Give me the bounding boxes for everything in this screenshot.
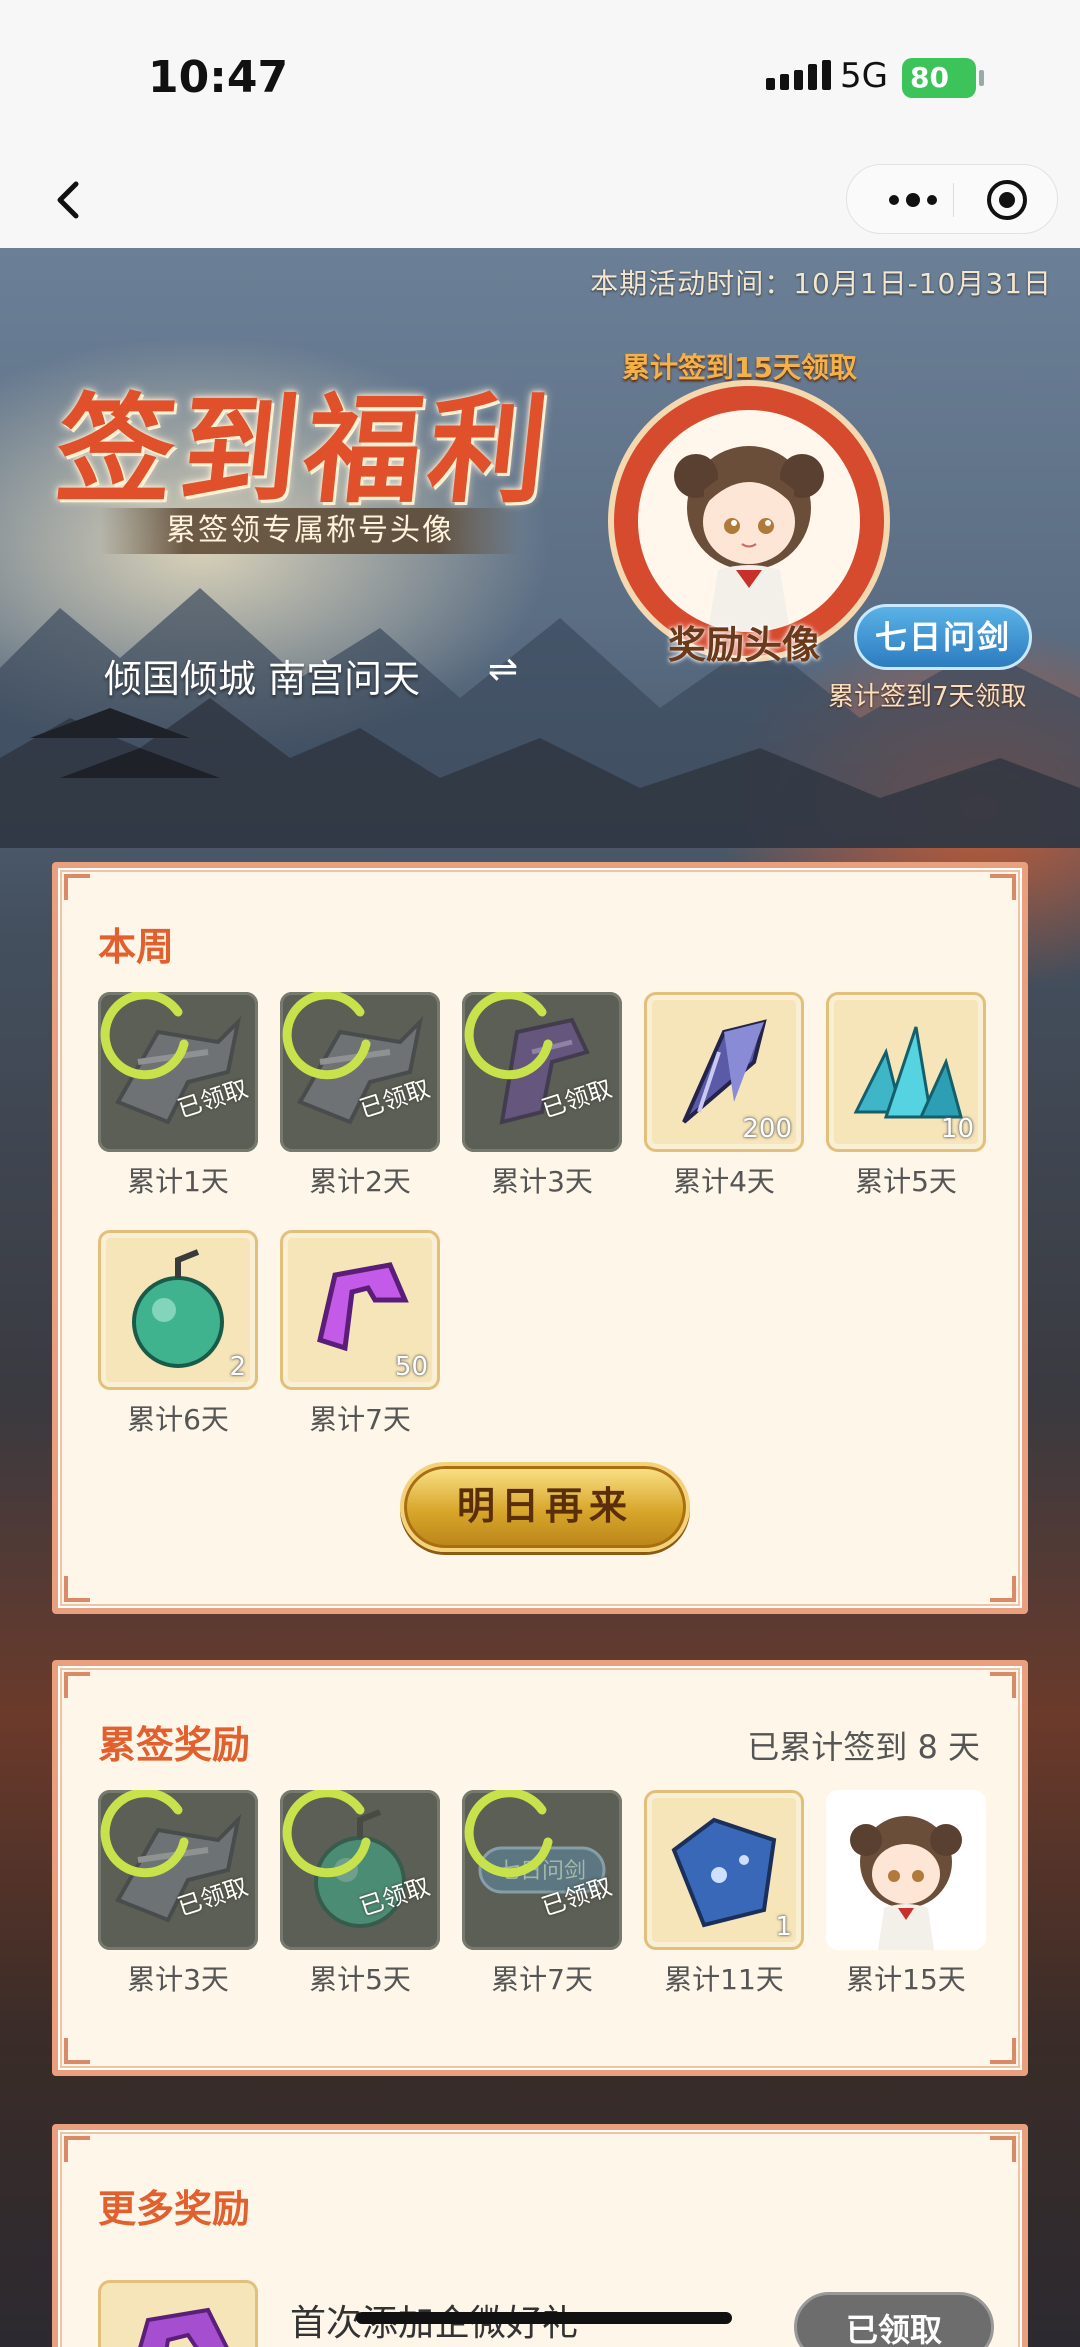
item-quantity: 2 [229, 1352, 246, 1382]
cumulative-count: 已累计签到 8 天 [747, 1728, 980, 1766]
claimed-stamp-icon [282, 1790, 371, 1878]
claimed-stamp-icon [282, 992, 371, 1080]
chevron-left-icon[interactable] [40, 170, 100, 230]
item-label: 累计5天 [855, 1165, 957, 1198]
page-title: 签到福利 [49, 380, 561, 519]
weekly-item[interactable]: 已领取累计3天 [462, 992, 622, 1200]
cumulative-card: 累签奖励 已累计签到 8 天 已领取 累计3天 已领取 累计5天 七日问剑 已领取 累计7天… [52, 1660, 1028, 2076]
cumulative-item[interactable]: 已领取累计3天 [98, 1790, 258, 1998]
page-subtitle: 累签领专属称号头像 [100, 508, 520, 554]
current-title: 倾国倾城 南宫问天 [104, 657, 421, 701]
swap-icon[interactable]: ⇌ [488, 652, 524, 688]
more-dots-icon[interactable] [873, 165, 953, 235]
item-label: 累计1天 [127, 1165, 229, 1198]
claimed-stamp-icon [464, 1790, 553, 1878]
cumulative-item[interactable]: 1 累计11天 [644, 1790, 804, 1998]
network-label: 5G [840, 56, 888, 96]
more-row-button[interactable]: 已领取 [794, 2292, 994, 2347]
weekly-card: 本周 已领取 累计1天 已领取 累计2天 已领取 累计3天 200 累计4天 10 累计5天 2 累计… [52, 862, 1028, 1614]
dark-crystal-icon: 200 [644, 992, 804, 1152]
claimed-stamp-icon [100, 992, 189, 1080]
weekly-item[interactable]: 50 累计7天 [280, 1230, 440, 1438]
cumulative-item[interactable]: 七日问剑 已领取累计7天 [462, 1790, 622, 1998]
weapon-icon: 已领取 [98, 992, 258, 1152]
signal-icon [766, 60, 831, 90]
item-label: 累计7天 [309, 1403, 411, 1436]
item-label: 累计3天 [491, 1165, 593, 1198]
weekly-item[interactable]: 已领取累计2天 [280, 992, 440, 1200]
item-label: 累计15天 [846, 1963, 966, 1996]
activity-period: 本期活动时间：10月1日-10月31日 [590, 267, 1052, 300]
item-quantity: 10 [940, 1114, 974, 1144]
avatar-icon [826, 1790, 986, 1950]
weapon-icon: 已领取 [98, 1790, 258, 1950]
more-title: 更多奖励 [98, 2187, 251, 2231]
purple-gem-icon: 50 [280, 1230, 440, 1390]
item-quantity: 50 [394, 1352, 428, 1382]
weekly-title: 本周 [98, 925, 175, 969]
cumulative-item[interactable]: 已领取累计5天 [280, 1790, 440, 1998]
weekly-item[interactable]: 200 累计4天 [644, 992, 804, 1200]
target-icon[interactable] [987, 180, 1027, 220]
mini-program-capsule [846, 164, 1058, 234]
status-bar: 10:47 5G 80 [0, 0, 1080, 150]
weekly-item[interactable]: 2 累计6天 [98, 1230, 258, 1438]
claimed-stamp-icon [464, 992, 553, 1080]
item-label: 累计4天 [673, 1165, 775, 1198]
item-label: 累计3天 [127, 1963, 229, 1996]
status-time: 10:47 [148, 52, 289, 103]
purple-gem-icon [98, 2280, 258, 2347]
weapon-icon: 已领取 [280, 992, 440, 1152]
item-label: 累计7天 [491, 1963, 593, 1996]
title-badge-icon: 七日问剑 已领取 [462, 1790, 622, 1950]
avatar-icon [638, 410, 860, 632]
item-label: 累计5天 [309, 1963, 411, 1996]
capsule-divider [953, 183, 954, 217]
blue-crystal-icon: 10 [826, 992, 986, 1152]
item-quantity: 200 [742, 1114, 792, 1144]
item-label: 累计6天 [127, 1403, 229, 1436]
item-label: 累计11天 [664, 1963, 784, 1996]
cumulative-item[interactable]: 累计15天 [826, 1790, 986, 1998]
blue-scroll-icon: 1 [644, 1790, 804, 1950]
come-back-tomorrow-button[interactable]: 明日再来 [400, 1462, 690, 1552]
weekly-item[interactable]: 已领取累计1天 [98, 992, 258, 1200]
title-badge[interactable]: 七日问剑 [854, 604, 1032, 670]
purple-crystal-icon: 已领取 [462, 992, 622, 1152]
claimed-stamp-icon [100, 1790, 189, 1878]
avatar-caption: 累计签到15天领取 [622, 351, 857, 384]
nav-bar [0, 150, 1080, 248]
title-badge-caption: 累计签到7天领取 [828, 682, 1027, 712]
reward-avatar-label: 奖励头像 [668, 623, 821, 667]
home-indicator [356, 2312, 732, 2324]
weekly-item[interactable]: 10 累计5天 [826, 992, 986, 1200]
item-quantity: 1 [775, 1912, 792, 1942]
green-gourd-icon: 2 [98, 1230, 258, 1390]
item-label: 累计2天 [309, 1165, 411, 1198]
cumulative-title: 累签奖励 [98, 1723, 251, 1767]
battery-icon: 80 [902, 58, 984, 98]
green-gourd-icon: 已领取 [280, 1790, 440, 1950]
